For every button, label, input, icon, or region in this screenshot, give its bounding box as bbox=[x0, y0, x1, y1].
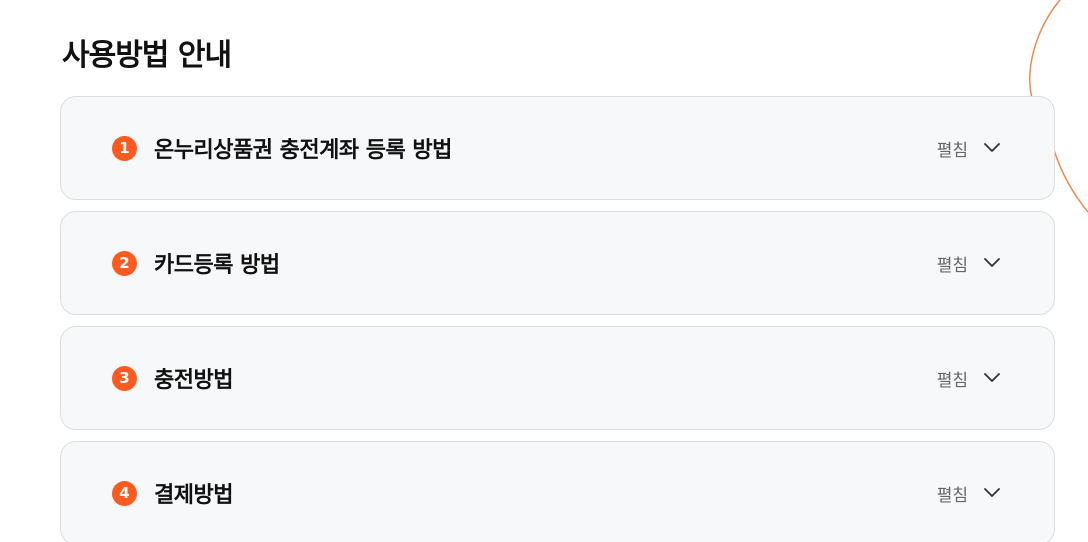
expand-label: 펼침 bbox=[936, 485, 968, 506]
accordion-item-title: 온누리상품권 충전계좌 등록 방법 bbox=[154, 138, 452, 163]
accordion-item-payment[interactable]: 4 결제방법 펼침 bbox=[60, 441, 1055, 542]
expand-label: 펼침 bbox=[936, 370, 968, 391]
decorative-arc-bottom bbox=[1053, 149, 1088, 213]
expand-toggle[interactable]: 펼침 bbox=[937, 136, 1002, 161]
step-number-badge: 4 bbox=[112, 480, 137, 506]
decorative-arc-top bbox=[1029, 0, 1061, 99]
page-title: 사용방법 안내 bbox=[62, 38, 232, 73]
chevron-down-icon bbox=[982, 138, 1002, 158]
expand-toggle[interactable]: 펼침 bbox=[937, 251, 1002, 276]
accordion-item-title: 충전방법 bbox=[154, 368, 233, 393]
usage-guide-page: 사용방법 안내 1 온누리상품권 충전계좌 등록 방법 펼침 2 카드등록 방법… bbox=[0, 0, 1088, 542]
accordion-item-card-registration[interactable]: 2 카드등록 방법 펼침 bbox=[60, 211, 1055, 315]
accordion-item-title: 카드등록 방법 bbox=[154, 253, 280, 278]
step-number-badge: 3 bbox=[112, 365, 137, 391]
expand-label: 펼침 bbox=[936, 255, 968, 276]
step-number-badge: 2 bbox=[112, 250, 137, 276]
step-number-badge: 1 bbox=[112, 135, 137, 161]
chevron-down-icon bbox=[982, 368, 1002, 388]
chevron-down-icon bbox=[982, 253, 1002, 273]
expand-toggle[interactable]: 펼침 bbox=[937, 481, 1002, 506]
accordion-item-charging[interactable]: 3 충전방법 펼침 bbox=[60, 326, 1055, 430]
usage-accordion: 1 온누리상품권 충전계좌 등록 방법 펼침 2 카드등록 방법 펼침 3 충전… bbox=[60, 96, 1055, 542]
accordion-item-title: 결제방법 bbox=[154, 483, 233, 508]
chevron-down-icon bbox=[982, 483, 1002, 503]
expand-label: 펼침 bbox=[936, 140, 968, 161]
expand-toggle[interactable]: 펼침 bbox=[937, 366, 1002, 391]
accordion-item-account-registration[interactable]: 1 온누리상품권 충전계좌 등록 방법 펼침 bbox=[60, 96, 1055, 200]
